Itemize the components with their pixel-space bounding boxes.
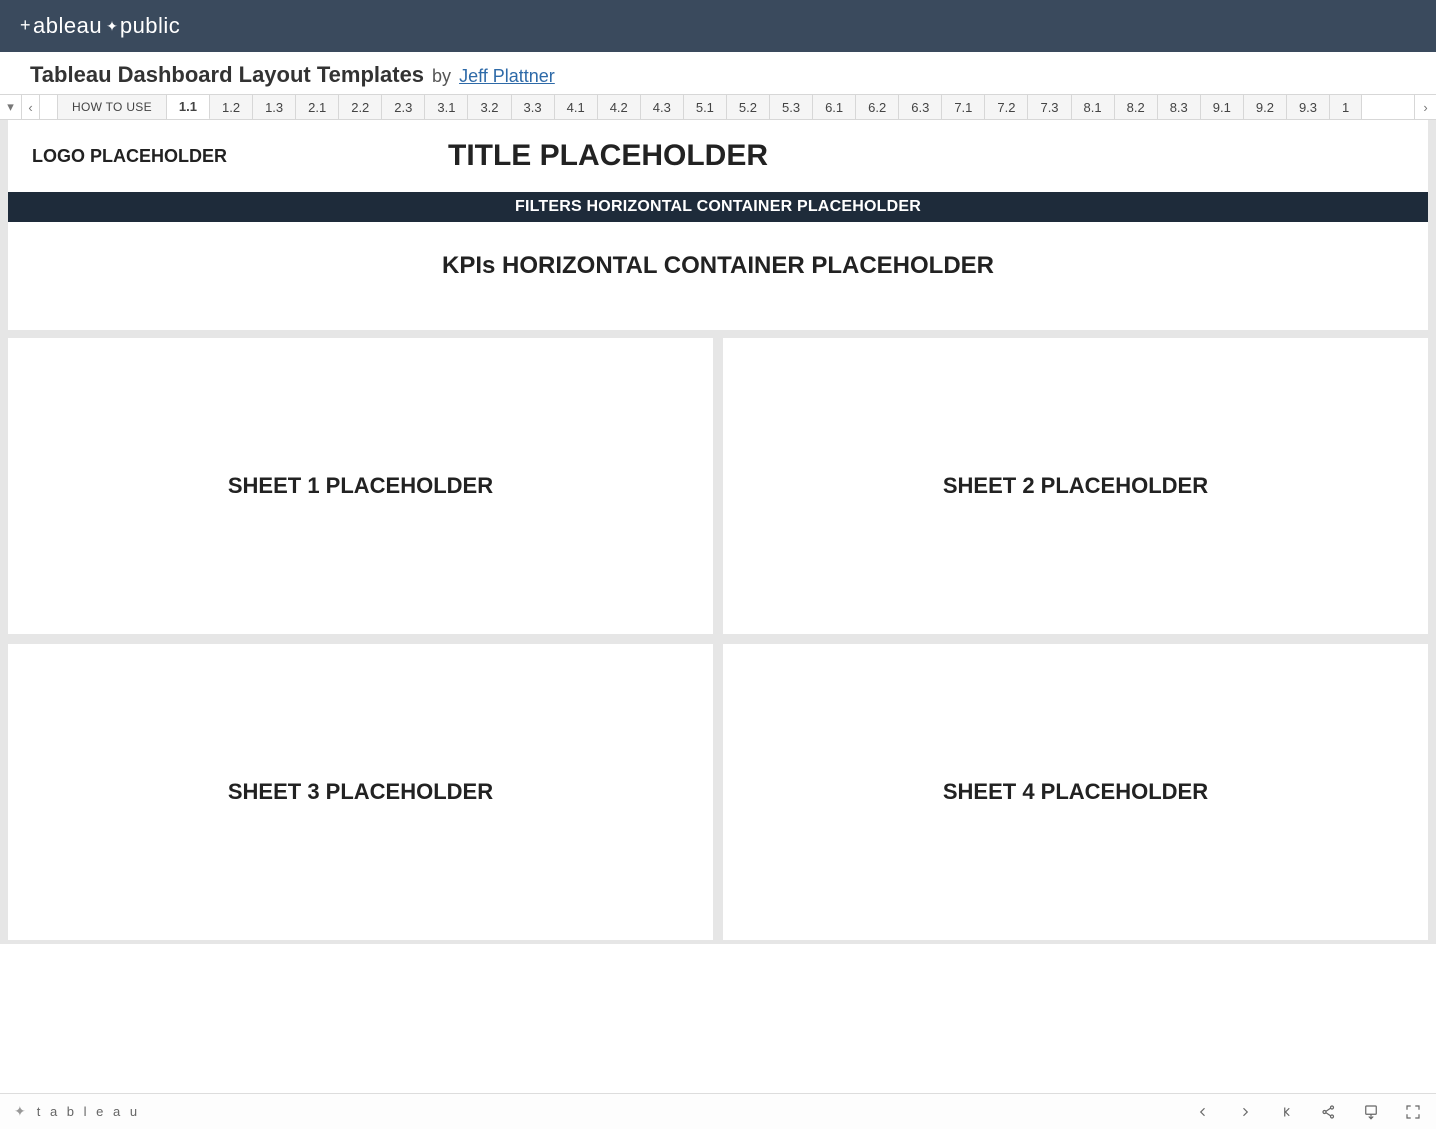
- tableau-public-logo[interactable]: +ableau ✦ public: [20, 13, 180, 39]
- dashboard-canvas: LOGO PLACEHOLDER TITLE PLACEHOLDER FILTE…: [0, 120, 1436, 944]
- sheet-tabs: ▾ ‹ HOW TO USE1.11.21.32.12.22.33.13.23.…: [0, 94, 1436, 120]
- reset-icon[interactable]: [1278, 1103, 1296, 1121]
- title-placeholder: TITLE PLACEHOLDER: [448, 139, 1428, 173]
- redo-icon[interactable]: [1236, 1103, 1254, 1121]
- tab-3-2[interactable]: 3.2: [468, 95, 511, 119]
- tab-3-3[interactable]: 3.3: [512, 95, 555, 119]
- tab-1-2[interactable]: 1.2: [210, 95, 253, 119]
- tab-how-to-use[interactable]: HOW TO USE: [58, 95, 167, 119]
- tab-3-1[interactable]: 3.1: [425, 95, 468, 119]
- tab-4-1[interactable]: 4.1: [555, 95, 598, 119]
- viz-footer: ✦ t a b l e a u: [0, 1093, 1436, 1129]
- footer-brand[interactable]: ✦ t a b l e a u: [14, 1103, 140, 1120]
- tab-5-3[interactable]: 5.3: [770, 95, 813, 119]
- app-header: +ableau ✦ public: [0, 0, 1436, 52]
- viz-title-bar: Tableau Dashboard Layout Templates by Je…: [0, 52, 1436, 94]
- tab-spacer: [40, 95, 58, 119]
- tab-menu-dropdown[interactable]: ▾: [0, 95, 22, 119]
- tab-5-2[interactable]: 5.2: [727, 95, 770, 119]
- sheet-grid-top: SHEET 1 PLACEHOLDER SHEET 2 PLACEHOLDER: [0, 338, 1436, 638]
- tab-2-2[interactable]: 2.2: [339, 95, 382, 119]
- tab-scroll-right[interactable]: ›: [1414, 95, 1436, 119]
- tab-7-2[interactable]: 7.2: [985, 95, 1028, 119]
- tab-1-3[interactable]: 1.3: [253, 95, 296, 119]
- share-icon[interactable]: [1320, 1103, 1338, 1121]
- footer-toolbar: [1194, 1103, 1422, 1121]
- tab-6-2[interactable]: 6.2: [856, 95, 899, 119]
- sparkle-icon: ✦: [106, 18, 116, 35]
- tab-8-2[interactable]: 8.2: [1115, 95, 1158, 119]
- tab-4-3[interactable]: 4.3: [641, 95, 684, 119]
- tab-4-2[interactable]: 4.2: [598, 95, 641, 119]
- tab-6-1[interactable]: 6.1: [813, 95, 856, 119]
- fullscreen-icon[interactable]: [1404, 1103, 1422, 1121]
- tab-2-3[interactable]: 2.3: [382, 95, 425, 119]
- sheet-grid-bottom: SHEET 3 PLACEHOLDER SHEET 4 PLACEHOLDER: [0, 638, 1436, 944]
- tab-8-1[interactable]: 8.1: [1072, 95, 1115, 119]
- footer-brand-text: t a b l e a u: [37, 1104, 140, 1119]
- tab-5-1[interactable]: 5.1: [684, 95, 727, 119]
- tableau-mark-icon: ✦: [14, 1103, 29, 1120]
- tab-scroll-left[interactable]: ‹: [22, 95, 40, 119]
- logo-placeholder: LOGO PLACEHOLDER: [8, 146, 448, 167]
- undo-icon[interactable]: [1194, 1103, 1212, 1121]
- logo-text-right: public: [120, 13, 180, 39]
- author-link[interactable]: Jeff Plattner: [459, 66, 555, 87]
- dashboard-header-row: LOGO PLACEHOLDER TITLE PLACEHOLDER: [8, 120, 1428, 192]
- by-label: by: [432, 66, 451, 87]
- tab-2-1[interactable]: 2.1: [296, 95, 339, 119]
- sheet-3-placeholder: SHEET 3 PLACEHOLDER: [8, 644, 713, 940]
- tab-9-1[interactable]: 9.1: [1201, 95, 1244, 119]
- logo-text-left: ableau: [33, 13, 102, 39]
- tab-8-3[interactable]: 8.3: [1158, 95, 1201, 119]
- viz-title: Tableau Dashboard Layout Templates: [30, 62, 424, 88]
- plus-icon: +: [20, 15, 31, 36]
- tab-6-3[interactable]: 6.3: [899, 95, 942, 119]
- tab-7-1[interactable]: 7.1: [942, 95, 985, 119]
- tab-9-2[interactable]: 9.2: [1244, 95, 1287, 119]
- sheet-4-placeholder: SHEET 4 PLACEHOLDER: [723, 644, 1428, 940]
- tab-9-3[interactable]: 9.3: [1287, 95, 1330, 119]
- tab-1[interactable]: 1: [1330, 95, 1362, 119]
- tab-scroll-region: HOW TO USE1.11.21.32.12.22.33.13.23.34.1…: [58, 95, 1414, 119]
- tab-1-1[interactable]: 1.1: [167, 95, 210, 119]
- filters-placeholder: FILTERS HORIZONTAL CONTAINER PLACEHOLDER: [8, 192, 1428, 222]
- kpis-placeholder: KPIs HORIZONTAL CONTAINER PLACEHOLDER: [8, 222, 1428, 330]
- download-icon[interactable]: [1362, 1103, 1380, 1121]
- tab-7-3[interactable]: 7.3: [1028, 95, 1071, 119]
- sheet-1-placeholder: SHEET 1 PLACEHOLDER: [8, 338, 713, 634]
- sheet-2-placeholder: SHEET 2 PLACEHOLDER: [723, 338, 1428, 634]
